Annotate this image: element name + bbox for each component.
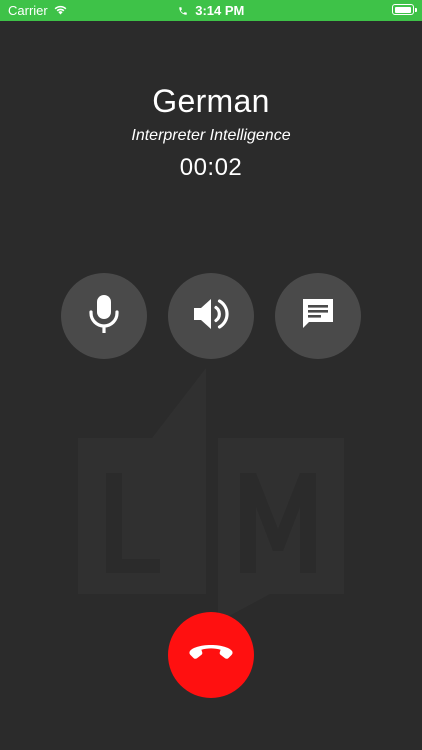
speaker-icon (192, 296, 230, 337)
caller-info: German Interpreter Intelligence 00:02 (0, 82, 422, 182)
status-time: 3:14 PM (195, 3, 245, 18)
call-controls (61, 273, 361, 359)
end-call-button[interactable] (168, 612, 254, 698)
call-language-title: German (152, 83, 270, 119)
chat-message-icon (300, 296, 336, 337)
status-bar: Carrier 3:14 PM (0, 0, 422, 21)
provider-subtitle: Interpreter Intelligence (131, 127, 291, 144)
call-screen: Carrier 3:14 PM German Interpreter Intel… (0, 0, 422, 750)
call-duration: 00:02 (179, 154, 243, 181)
active-call-icon (178, 4, 188, 19)
phone-hangup-icon (188, 643, 234, 668)
lm-logo-watermark (76, 368, 346, 622)
mute-button[interactable] (61, 273, 147, 359)
speaker-button[interactable] (168, 273, 254, 359)
status-time-group: 3:14 PM (0, 3, 422, 19)
microphone-icon (87, 294, 121, 339)
chat-button[interactable] (275, 273, 361, 359)
battery-level-fill (394, 6, 411, 13)
battery-group (392, 4, 417, 15)
battery-icon (392, 4, 417, 15)
